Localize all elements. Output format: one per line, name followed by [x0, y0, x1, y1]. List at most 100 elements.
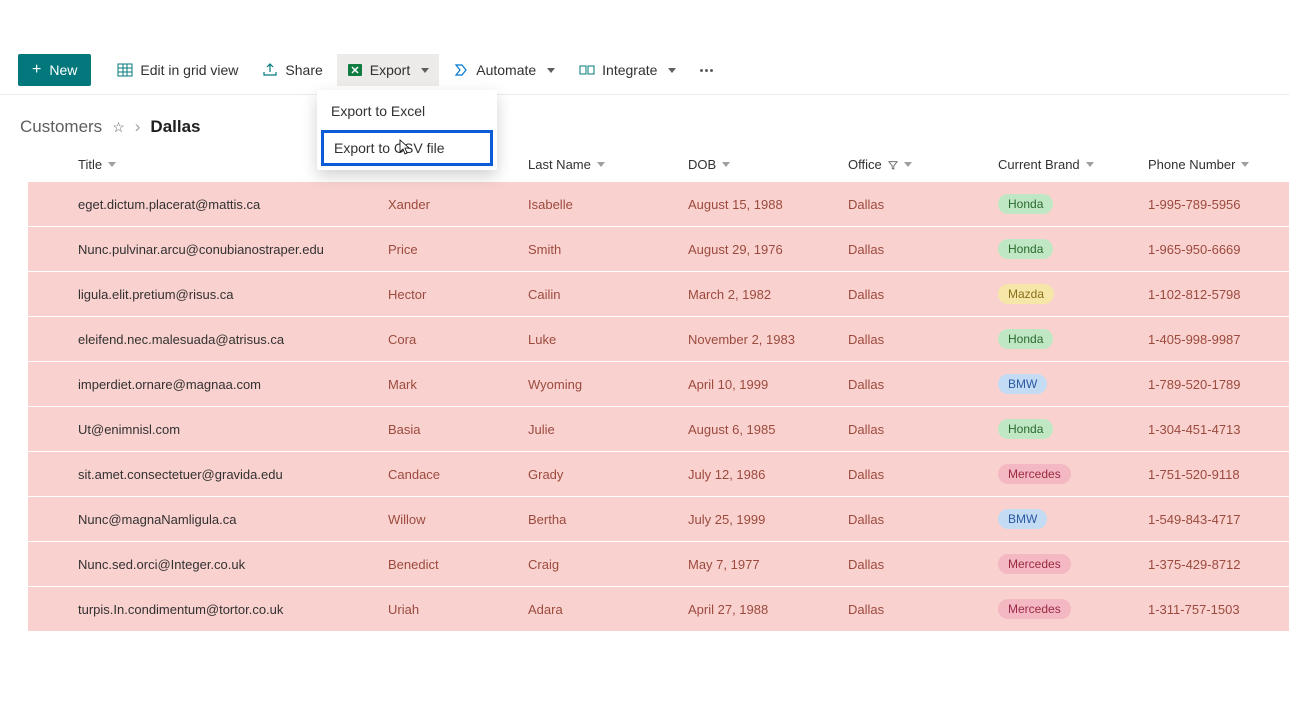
table-row[interactable]: eleifend.nec.malesuada@atrisus.ca Cora L…	[28, 317, 1289, 362]
customers-table: Title First Name Last Name DOB Office Cu…	[28, 147, 1289, 632]
chevron-down-icon	[668, 68, 676, 73]
cell-office: Dallas	[840, 182, 990, 227]
cell-title[interactable]: Nunc.pulvinar.arcu@conubianostraper.edu	[70, 227, 380, 272]
overflow-button[interactable]	[690, 54, 722, 86]
brand-pill: Mazda	[998, 284, 1054, 304]
cell-first-name: Basia	[380, 407, 520, 452]
cell-phone: 1-311-757-1503	[1140, 587, 1289, 632]
cell-first-name: Uriah	[380, 587, 520, 632]
cell-last-name: Grady	[520, 452, 680, 497]
col-brand[interactable]: Current Brand	[990, 147, 1140, 182]
table-row[interactable]: eget.dictum.placerat@mattis.ca Xander Is…	[28, 182, 1289, 227]
cell-phone: 1-995-789-5956	[1140, 182, 1289, 227]
brand-pill: Honda	[998, 194, 1053, 214]
cell-first-name: Cora	[380, 317, 520, 362]
brand-pill: Mercedes	[998, 464, 1071, 484]
cell-last-name: Wyoming	[520, 362, 680, 407]
brand-pill: Mercedes	[998, 554, 1071, 574]
automate-icon	[453, 62, 469, 78]
excel-icon	[347, 62, 363, 78]
brand-pill: Honda	[998, 239, 1053, 259]
table-row[interactable]: turpis.In.condimentum@tortor.co.uk Uriah…	[28, 587, 1289, 632]
cell-brand: Mercedes	[990, 452, 1140, 497]
cell-dob: March 2, 1982	[680, 272, 840, 317]
cell-office: Dallas	[840, 587, 990, 632]
share-icon	[262, 62, 278, 78]
cell-brand: Honda	[990, 407, 1140, 452]
filter-icon	[888, 160, 898, 170]
cell-dob: July 25, 1999	[680, 497, 840, 542]
grid-icon	[117, 62, 133, 78]
table-row[interactable]: Nunc.pulvinar.arcu@conubianostraper.edu …	[28, 227, 1289, 272]
cell-title[interactable]: Nunc.sed.orci@Integer.co.uk	[70, 542, 380, 587]
table-row[interactable]: ligula.elit.pretium@risus.ca Hector Cail…	[28, 272, 1289, 317]
share-label: Share	[285, 62, 322, 78]
cell-title[interactable]: eget.dictum.placerat@mattis.ca	[70, 182, 380, 227]
col-last-name[interactable]: Last Name	[520, 147, 680, 182]
export-button[interactable]: Export	[337, 54, 439, 86]
table-row[interactable]: imperdiet.ornare@magnaa.com Mark Wyoming…	[28, 362, 1289, 407]
cell-brand: Mercedes	[990, 542, 1140, 587]
chevron-down-icon	[108, 162, 116, 167]
table-row[interactable]: Nunc@magnaNamligula.ca Willow Bertha Jul…	[28, 497, 1289, 542]
breadcrumb-list[interactable]: Customers	[20, 117, 102, 137]
cell-office: Dallas	[840, 452, 990, 497]
automate-button[interactable]: Automate	[443, 54, 565, 86]
export-csv-item[interactable]: Export to CSV file	[321, 130, 493, 166]
brand-pill: Honda	[998, 329, 1053, 349]
breadcrumb-view: Dallas	[150, 117, 200, 137]
integrate-button[interactable]: Integrate	[569, 54, 686, 86]
cell-first-name: Willow	[380, 497, 520, 542]
brand-pill: BMW	[998, 509, 1047, 529]
share-button[interactable]: Share	[252, 54, 332, 86]
new-button-label: New	[49, 62, 77, 78]
chevron-down-icon	[547, 68, 555, 73]
chevron-down-icon	[597, 162, 605, 167]
brand-pill: Honda	[998, 419, 1053, 439]
cell-brand: Honda	[990, 227, 1140, 272]
cell-phone: 1-304-451-4713	[1140, 407, 1289, 452]
cell-first-name: Price	[380, 227, 520, 272]
cell-first-name: Candace	[380, 452, 520, 497]
cell-office: Dallas	[840, 362, 990, 407]
brand-pill: BMW	[998, 374, 1047, 394]
cell-brand: BMW	[990, 362, 1140, 407]
export-excel-item[interactable]: Export to Excel	[317, 94, 497, 128]
chevron-down-icon	[1241, 162, 1249, 167]
cell-dob: May 7, 1977	[680, 542, 840, 587]
export-label: Export	[370, 62, 410, 78]
cell-brand: Mazda	[990, 272, 1140, 317]
integrate-label: Integrate	[602, 62, 657, 78]
edit-grid-button[interactable]: Edit in grid view	[107, 54, 248, 86]
col-office[interactable]: Office	[840, 147, 990, 182]
command-bar: + New Edit in grid view Share Export Aut…	[0, 46, 1289, 95]
col-phone[interactable]: Phone Number	[1140, 147, 1289, 182]
cell-title[interactable]: imperdiet.ornare@magnaa.com	[70, 362, 380, 407]
breadcrumb-separator: ›	[135, 117, 141, 137]
star-icon[interactable]: ☆	[112, 119, 125, 136]
cell-dob: November 2, 1983	[680, 317, 840, 362]
cell-title[interactable]: turpis.In.condimentum@tortor.co.uk	[70, 587, 380, 632]
cell-office: Dallas	[840, 317, 990, 362]
cursor-icon	[398, 139, 412, 158]
table-row[interactable]: Ut@enimnisl.com Basia Julie August 6, 19…	[28, 407, 1289, 452]
cell-first-name: Xander	[380, 182, 520, 227]
cell-phone: 1-375-429-8712	[1140, 542, 1289, 587]
table-container: Title First Name Last Name DOB Office Cu…	[0, 147, 1289, 632]
cell-title[interactable]: eleifend.nec.malesuada@atrisus.ca	[70, 317, 380, 362]
table-row[interactable]: Nunc.sed.orci@Integer.co.uk Benedict Cra…	[28, 542, 1289, 587]
cell-title[interactable]: Ut@enimnisl.com	[70, 407, 380, 452]
export-dropdown: Export to Excel Export to CSV file	[317, 90, 497, 170]
cell-last-name: Isabelle	[520, 182, 680, 227]
breadcrumb: Customers ☆ › Dallas	[0, 95, 1289, 147]
cell-first-name: Benedict	[380, 542, 520, 587]
cell-phone: 1-751-520-9118	[1140, 452, 1289, 497]
cell-title[interactable]: sit.amet.consectetuer@gravida.edu	[70, 452, 380, 497]
cell-title[interactable]: Nunc@magnaNamligula.ca	[70, 497, 380, 542]
cell-dob: August 15, 1988	[680, 182, 840, 227]
new-button[interactable]: + New	[18, 54, 91, 86]
col-dob[interactable]: DOB	[680, 147, 840, 182]
cell-title[interactable]: ligula.elit.pretium@risus.ca	[70, 272, 380, 317]
table-row[interactable]: sit.amet.consectetuer@gravida.edu Candac…	[28, 452, 1289, 497]
cell-brand: Honda	[990, 317, 1140, 362]
